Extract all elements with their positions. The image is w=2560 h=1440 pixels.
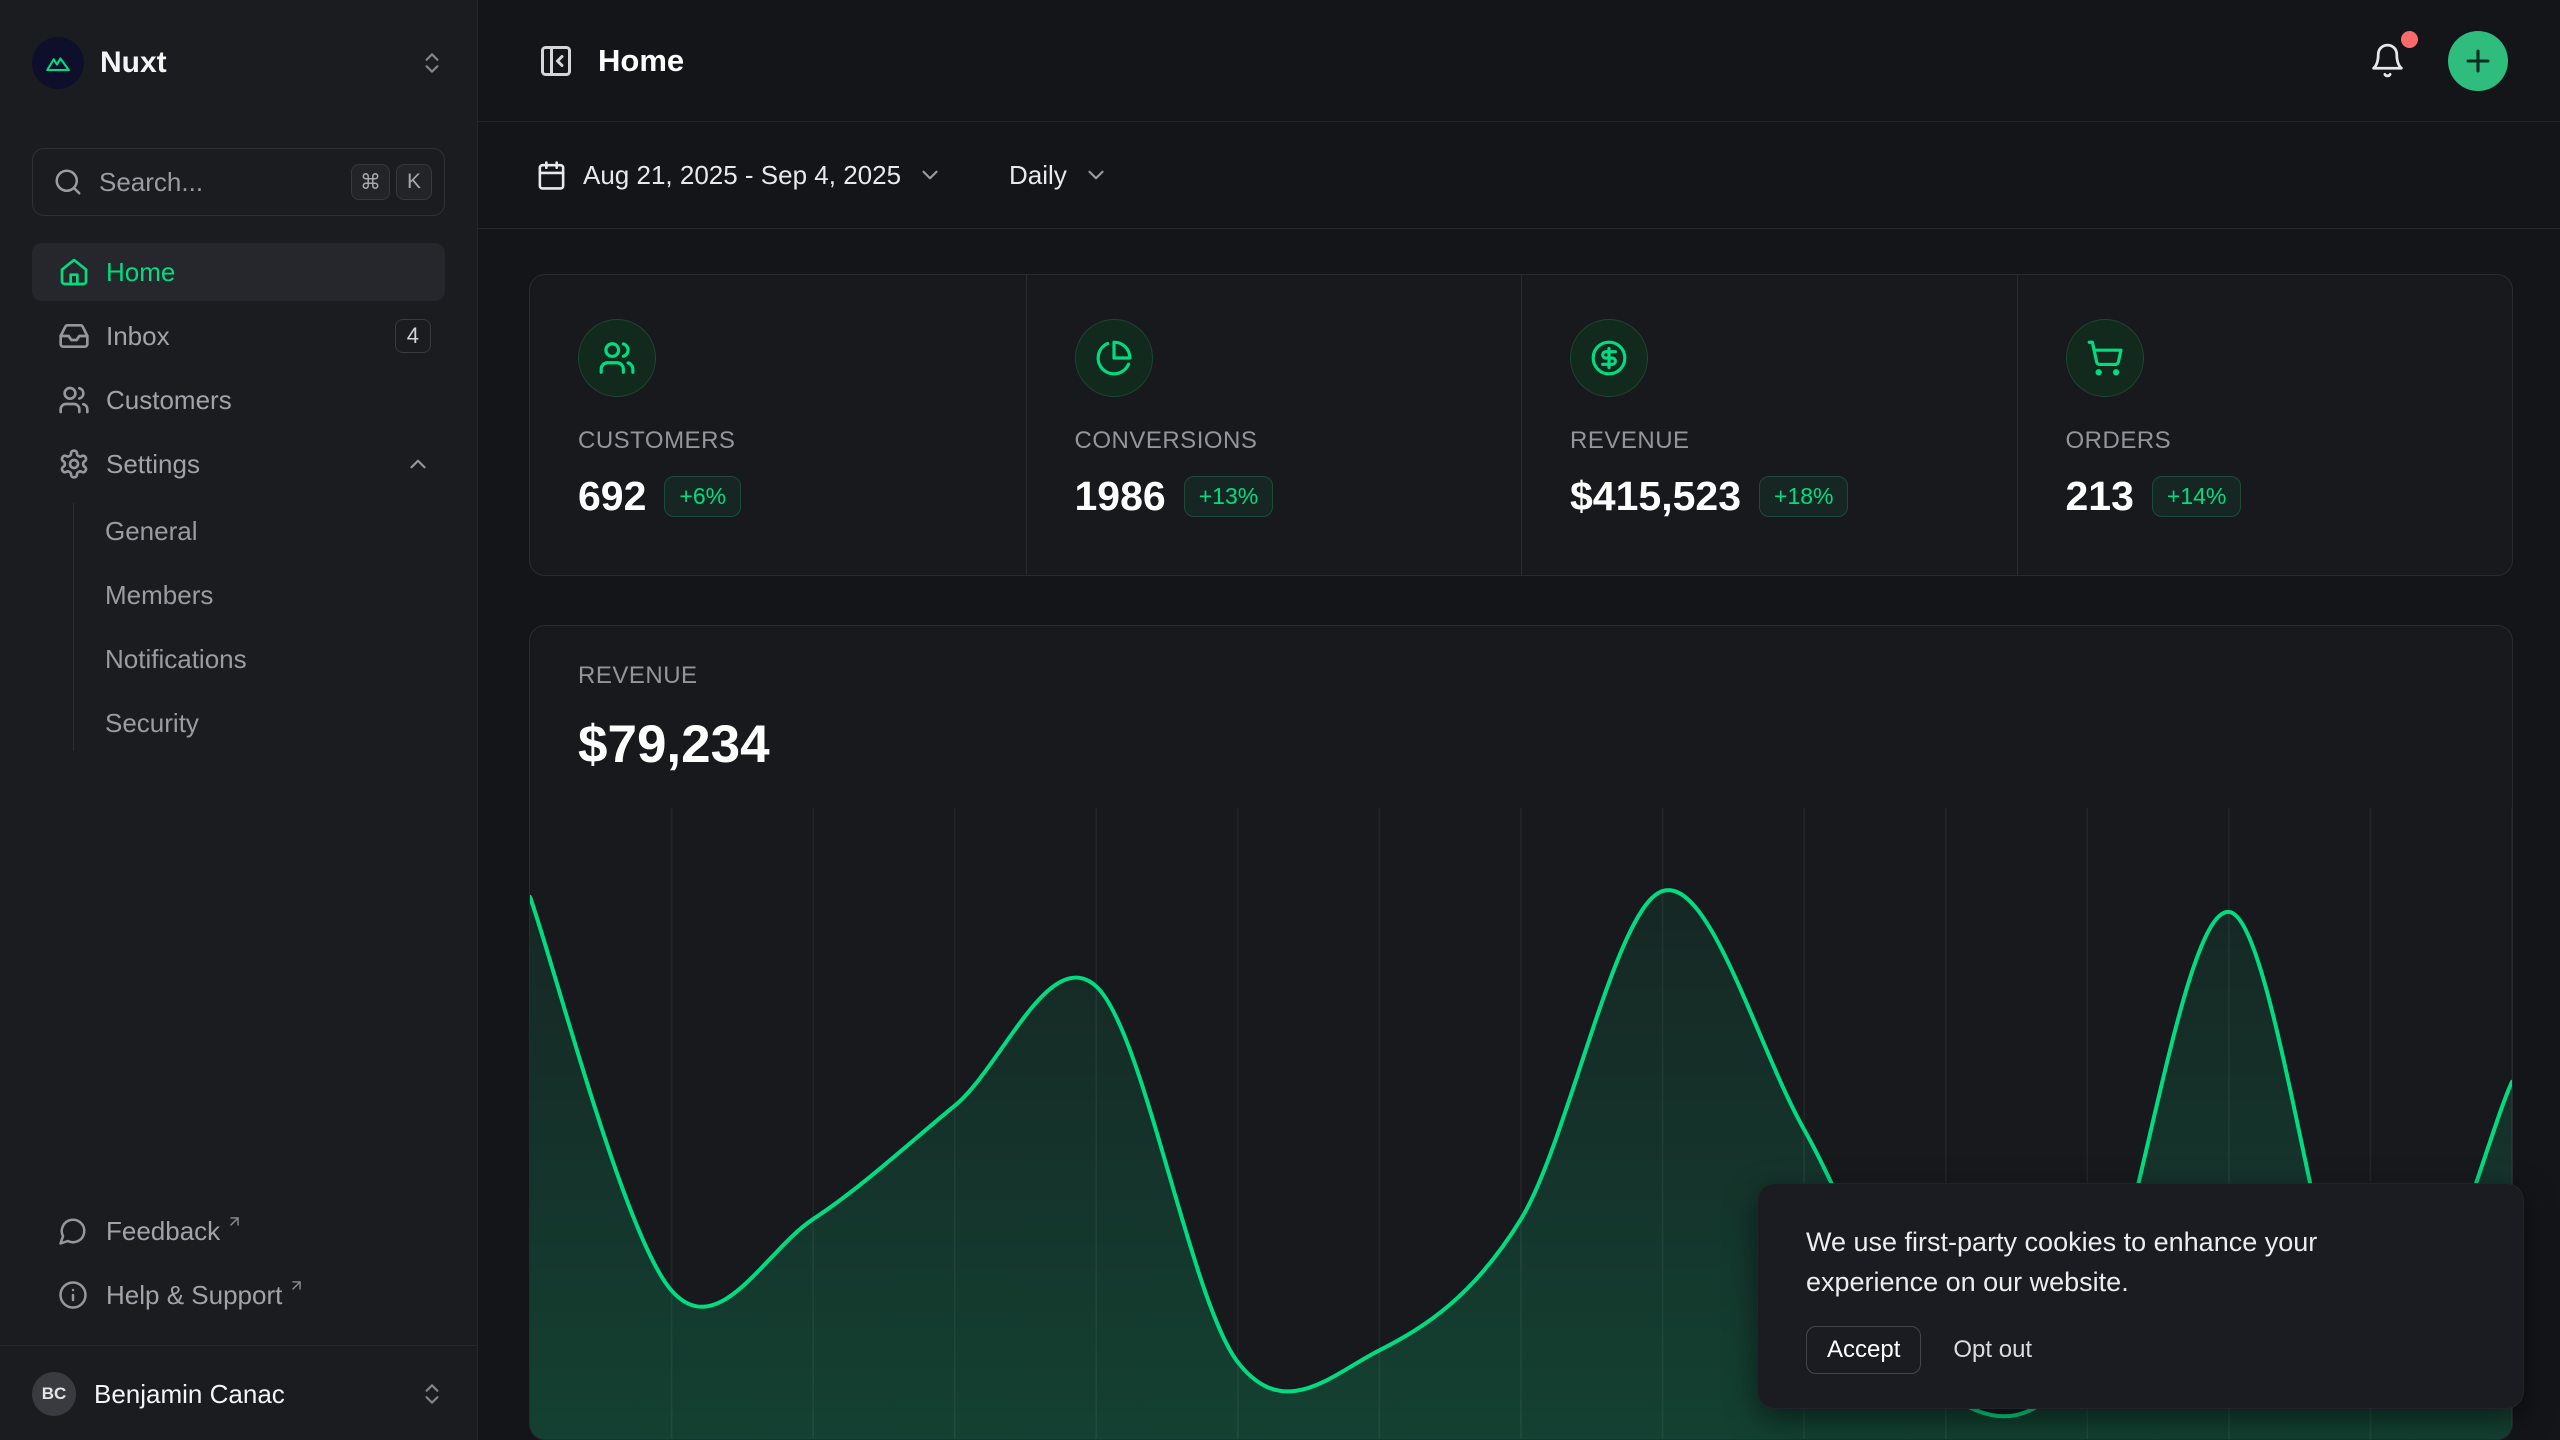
search-icon: [53, 167, 83, 197]
chevron-down-icon: [1083, 162, 1109, 188]
sidebar-item-customers[interactable]: Customers: [32, 371, 445, 429]
kbd-k: K: [396, 164, 432, 200]
sidebar-item-settings[interactable]: Settings: [32, 435, 445, 493]
message-circle-icon: [58, 1216, 88, 1246]
date-range-label: Aug 21, 2025 - Sep 4, 2025: [583, 160, 901, 191]
stat-label: ORDERS: [2066, 427, 2465, 455]
search-shortcut: ⌘ K: [351, 164, 432, 200]
arrow-up-right-icon: [288, 1277, 305, 1294]
sidebar: Nuxt Search... ⌘ K Home: [0, 0, 478, 1440]
info-circle-icon: [58, 1280, 88, 1310]
sidebar-subitem-general[interactable]: General: [74, 503, 445, 559]
pie-chart-icon: [1075, 319, 1153, 397]
settings-subnav: General Members Notifications Security: [73, 503, 445, 751]
interval-select[interactable]: Daily: [1003, 150, 1115, 201]
stat-delta-badge: +14%: [2152, 476, 2241, 517]
house-icon: [58, 256, 90, 288]
stat-value: 1986: [1075, 473, 1166, 520]
stat-delta-badge: +13%: [1184, 476, 1273, 517]
plus-icon: [2461, 44, 2495, 78]
cookie-accept-button[interactable]: Accept: [1806, 1326, 1921, 1374]
stat-card-customers[interactable]: CUSTOMERS 692 +6%: [530, 275, 1026, 575]
stat-delta-badge: +6%: [664, 476, 741, 517]
user-name: Benjamin Canac: [94, 1379, 285, 1410]
arrow-up-right-icon: [226, 1213, 243, 1230]
workspace-switcher[interactable]: Nuxt: [32, 36, 445, 90]
sidebar-item-label: Customers: [106, 385, 232, 416]
filter-toolbar: Aug 21, 2025 - Sep 4, 2025 Daily: [478, 122, 2560, 229]
stat-card-conversions[interactable]: CONVERSIONS 1986 +13%: [1026, 275, 1522, 575]
sidebar-item-label: Settings: [106, 449, 200, 480]
collapse-sidebar-button[interactable]: [530, 35, 582, 87]
stats-row: CUSTOMERS 692 +6% CONVERSIONS 1986 +13%: [529, 274, 2513, 576]
cookie-message: We use first-party cookies to enhance yo…: [1806, 1222, 2406, 1302]
stat-value: 213: [2066, 473, 2134, 520]
nuxt-logo-icon: [32, 37, 84, 89]
stat-value: 692: [578, 473, 646, 520]
search-input[interactable]: Search... ⌘ K: [32, 148, 445, 216]
revenue-panel-label: REVENUE: [578, 662, 2464, 690]
calendar-icon: [536, 160, 567, 191]
cookie-opt-out-button[interactable]: Opt out: [1949, 1327, 2036, 1373]
chevron-down-icon: [917, 162, 943, 188]
add-button[interactable]: [2448, 31, 2508, 91]
sidebar-nav: Home Inbox 4 Customers: [32, 243, 445, 755]
sidebar-subitem-notifications[interactable]: Notifications: [74, 631, 445, 687]
secondary-item-label: Help & Support: [106, 1280, 282, 1311]
user-menu[interactable]: BC Benjamin Canac: [32, 1372, 445, 1416]
stat-value: $415,523: [1570, 473, 1741, 520]
inbox-count-badge: 4: [395, 319, 431, 353]
header-actions: [2361, 31, 2508, 91]
chevrons-up-down-icon: [419, 1381, 445, 1407]
stat-label: CONVERSIONS: [1075, 427, 1474, 455]
help-support-link[interactable]: Help & Support: [32, 1267, 445, 1323]
sidebar-subitem-security[interactable]: Security: [74, 695, 445, 751]
sidebar-item-label: Inbox: [106, 321, 170, 352]
page-title: Home: [598, 43, 684, 79]
sidebar-secondary-nav: Feedback Help & Support BC: [32, 1203, 445, 1440]
avatar: BC: [32, 1372, 76, 1416]
shopping-cart-icon: [2066, 319, 2144, 397]
chevrons-up-down-icon: [419, 50, 445, 76]
users-icon: [578, 319, 656, 397]
sidebar-item-label: Home: [106, 257, 175, 288]
stat-label: CUSTOMERS: [578, 427, 978, 455]
feedback-link[interactable]: Feedback: [32, 1203, 445, 1259]
sidebar-item-inbox[interactable]: Inbox 4: [32, 307, 445, 365]
inbox-icon: [58, 320, 90, 352]
stat-label: REVENUE: [1570, 427, 1969, 455]
bell-icon: [2369, 42, 2406, 79]
notifications-button[interactable]: [2361, 34, 2414, 87]
date-range-picker[interactable]: Aug 21, 2025 - Sep 4, 2025: [530, 150, 949, 201]
cookie-banner: We use first-party cookies to enhance yo…: [1757, 1183, 2524, 1409]
interval-label: Daily: [1009, 160, 1067, 191]
stat-card-orders[interactable]: ORDERS 213 +14%: [2017, 275, 2513, 575]
sidebar-subitem-members[interactable]: Members: [74, 567, 445, 623]
search-placeholder: Search...: [99, 167, 203, 198]
sidebar-item-home[interactable]: Home: [32, 243, 445, 301]
sidebar-user-footer: BC Benjamin Canac: [0, 1345, 477, 1440]
brand-name: Nuxt: [100, 46, 167, 80]
revenue-panel-value: $79,234: [578, 714, 2464, 775]
stat-card-revenue[interactable]: REVENUE $415,523 +18%: [1521, 275, 2017, 575]
stat-delta-badge: +18%: [1759, 476, 1848, 517]
panel-left-close-icon: [538, 43, 574, 79]
kbd-cmd: ⌘: [351, 164, 390, 200]
page-header: Home: [478, 0, 2560, 122]
secondary-item-label: Feedback: [106, 1216, 220, 1247]
notification-dot: [2401, 31, 2418, 48]
users-icon: [58, 384, 90, 416]
circle-dollar-icon: [1570, 319, 1648, 397]
gear-icon: [58, 448, 90, 480]
chevron-up-icon: [405, 451, 431, 477]
